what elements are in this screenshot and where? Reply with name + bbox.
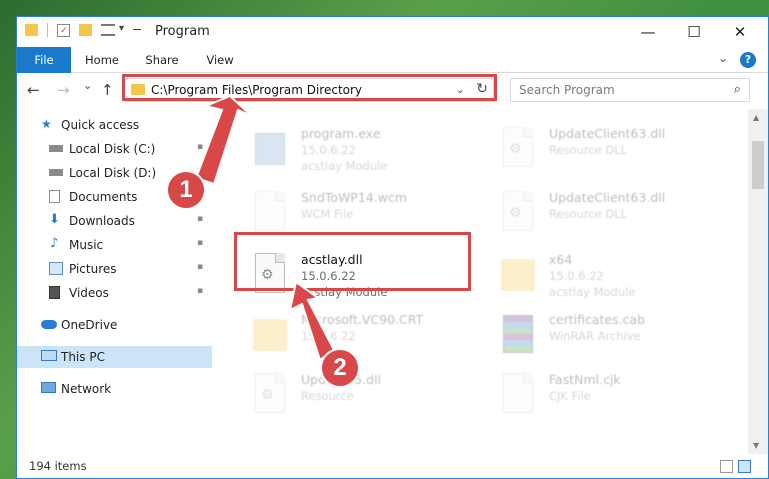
arrow-step-1: [194, 94, 253, 186]
step-1-badge: 1: [166, 170, 206, 210]
step-2-badge: 2: [320, 348, 360, 388]
arrow-step-2: [288, 280, 336, 362]
annotation-arrows: [194, 94, 336, 362]
